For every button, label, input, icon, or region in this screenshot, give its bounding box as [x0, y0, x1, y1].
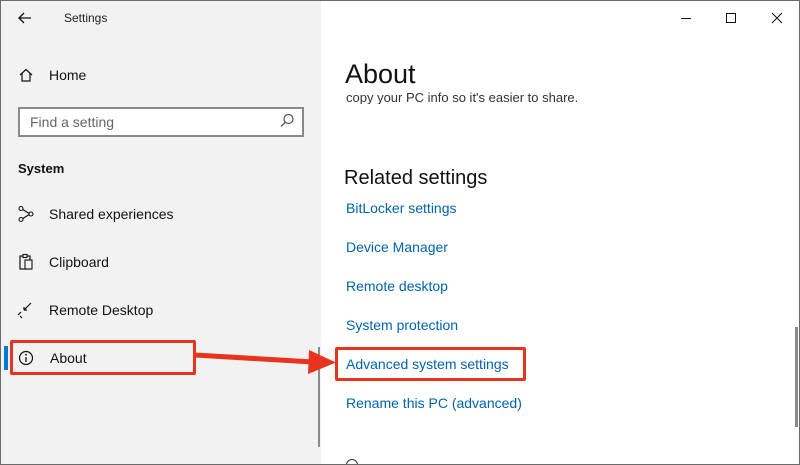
section-heading: System — [18, 161, 65, 176]
partial-icon — [346, 459, 358, 464]
related-settings-heading: Related settings — [344, 167, 488, 189]
sidebar-item-remote-desktop[interactable]: Remote Desktop — [15, 297, 153, 323]
maximize-button[interactable] — [716, 5, 746, 31]
settings-window: Settings Home System Shared experiences — [0, 0, 800, 465]
main-scrollbar[interactable] — [795, 327, 798, 427]
about-description-text: copy your PC info so it's easier to shar… — [346, 92, 579, 104]
search-icon — [279, 112, 295, 130]
close-icon — [771, 12, 783, 24]
annotation-arrow — [194, 350, 336, 374]
sidebar-item-clipboard[interactable]: Clipboard — [15, 249, 109, 275]
search-input[interactable] — [30, 113, 270, 131]
back-arrow-icon — [18, 12, 31, 24]
shared-experiences-icon — [15, 204, 37, 224]
sidebar-item-shared-experiences[interactable]: Shared experiences — [15, 201, 174, 227]
sidebar-item-label: Remote Desktop — [49, 302, 154, 318]
minimize-button[interactable] — [671, 5, 701, 31]
link-system-protection[interactable]: System protection — [346, 317, 458, 333]
page-title: About — [345, 59, 416, 89]
title-bar: Settings — [1, 1, 321, 35]
link-bitlocker-settings[interactable]: BitLocker settings — [346, 200, 457, 216]
home-icon — [15, 67, 37, 83]
link-device-manager[interactable]: Device Manager — [346, 239, 448, 255]
sidebar-item-label: Clipboard — [49, 254, 109, 270]
link-remote-desktop[interactable]: Remote desktop — [346, 278, 448, 294]
remote-desktop-icon — [15, 300, 37, 320]
highlight-about — [10, 340, 196, 375]
about-description: copy your PC info so it's easier to shar… — [346, 92, 578, 104]
window-title: Settings — [64, 11, 108, 25]
search-box[interactable] — [18, 107, 304, 137]
clipboard-icon — [15, 252, 37, 272]
link-rename-this-pc[interactable]: Rename this PC (advanced) — [346, 395, 522, 411]
nav-home-label: Home — [49, 67, 87, 83]
nav-home[interactable]: Home — [15, 63, 86, 87]
close-button[interactable] — [762, 5, 792, 31]
sidebar: Settings Home System Shared experiences — [1, 1, 321, 464]
sidebar-item-label: Shared experiences — [49, 206, 174, 222]
highlight-advanced-system-settings — [335, 347, 526, 381]
maximize-icon — [726, 13, 736, 23]
minimize-icon — [681, 18, 691, 19]
back-button[interactable] — [11, 7, 39, 29]
selected-indicator — [4, 346, 8, 370]
